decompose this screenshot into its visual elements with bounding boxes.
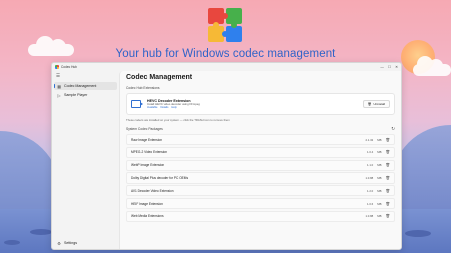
codec-row: Web Media Extensions 1.0.88 MB 🗑 <box>126 210 395 222</box>
app-window: Codec Hub — ☐ ✕ ☰ ▦ Codec Management ▷ S… <box>51 62 402 250</box>
app-icon <box>55 65 59 69</box>
codec-size: MB <box>377 163 382 168</box>
sidebar-item-settings[interactable]: ⚙ Settings <box>54 239 77 247</box>
minimize-button[interactable]: — <box>380 65 384 69</box>
codec-size: MB <box>377 214 382 219</box>
codec-name: MPEG-2 Video Extension <box>131 150 168 155</box>
codec-size: MB <box>377 150 382 155</box>
trash-icon[interactable]: 🗑 <box>385 176 390 180</box>
codec-version: 1.1.0 <box>367 163 374 168</box>
uninstall-button[interactable]: 🗑 Uninstall <box>362 100 390 108</box>
grid-icon: ▦ <box>57 84 61 89</box>
sidebar-item-codec-management[interactable]: ▦ Codec Management <box>54 82 117 90</box>
sidebar: ☰ ▦ Codec Management ▷ Sample Player ⚙ S… <box>52 71 119 249</box>
play-icon: ▷ <box>57 93 61 98</box>
page-title: Codec Management <box>126 74 193 81</box>
hamburger-menu-icon[interactable]: ☰ <box>56 73 119 81</box>
refresh-icon[interactable]: ↻ <box>391 126 395 132</box>
gear-icon: ⚙ <box>57 241 61 246</box>
main-content: Codec Management Codec Hub Extensions HE… <box>119 71 401 249</box>
codec-size: MB <box>377 175 382 180</box>
trash-icon[interactable]: 🗑 <box>385 150 390 154</box>
settings-label: Settings <box>64 241 77 245</box>
codec-row: AV1 Decoder Video Extension 1.2.0 MB 🗑 <box>126 185 395 197</box>
codec-row: Raw Image Extension 2.1.32 MB 🗑 <box>126 134 395 146</box>
cloud-decoration <box>413 56 451 76</box>
trash-icon[interactable]: 🗑 <box>385 138 390 142</box>
codec-version: 2.1.32 <box>365 137 374 142</box>
codec-version: 1.0.88 <box>365 175 374 180</box>
video-camera-icon <box>131 100 143 108</box>
extension-link[interactable]: Available <box>147 106 157 109</box>
codec-name: Raw Image Extension <box>131 137 163 142</box>
system-section-label: System Codec Packages <box>126 127 163 131</box>
trash-icon[interactable]: 🗑 <box>385 202 390 206</box>
rock-decoration <box>405 230 431 237</box>
maximize-button[interactable]: ☐ <box>388 65 391 69</box>
info-note: These codecs are installed on your syste… <box>126 118 230 122</box>
trash-icon[interactable]: 🗑 <box>385 189 390 193</box>
trash-icon[interactable]: 🗑 <box>385 163 390 167</box>
codec-version: 1.0.88 <box>365 214 374 219</box>
close-button[interactable]: ✕ <box>395 65 398 69</box>
trash-icon[interactable]: 🗑 <box>385 214 390 218</box>
codec-name: AV1 Decoder Video Extension <box>131 188 174 193</box>
codec-list: Raw Image Extension 2.1.32 MB 🗑 MPEG-2 Vid… <box>126 134 395 222</box>
codec-row: HEIF Image Extension 1.0.6 MB 🗑 <box>126 197 395 210</box>
codec-name: Dolby Digital Plus decoder for PC OEMs <box>131 175 189 180</box>
codec-row: WebP Image Extension 1.1.0 MB 🗑 <box>126 159 395 171</box>
codec-version: 1.0.6 <box>367 201 374 206</box>
extension-card: HEVC Decoder Extension Install HEVC vide… <box>126 93 395 115</box>
extension-link[interactable]: Help <box>171 106 176 109</box>
title-bar: Codec Hub — ☐ ✕ <box>52 63 401 71</box>
sidebar-item-label: Sample Player <box>64 93 88 97</box>
sidebar-item-sample-player[interactable]: ▷ Sample Player <box>54 91 117 99</box>
codec-size: MB <box>377 137 382 142</box>
codec-size: MB <box>377 201 382 206</box>
codec-name: HEIF Image Extension <box>131 201 163 206</box>
extension-link[interactable]: Details <box>160 106 168 109</box>
codec-name: Web Media Extensions <box>131 214 164 219</box>
uninstall-label: Uninstall <box>373 102 385 106</box>
codec-row: Dolby Digital Plus decoder for PC OEMs 1… <box>126 172 395 184</box>
codec-version: 1.0.4 <box>367 150 374 155</box>
trash-icon: 🗑 <box>367 102 372 106</box>
codec-size: MB <box>377 188 382 193</box>
puzzle-logo-icon <box>208 8 242 42</box>
codec-version: 1.2.0 <box>367 188 374 193</box>
sidebar-item-label: Codec Management <box>64 84 97 88</box>
installed-section-label: Codec Hub Extensions <box>126 86 160 90</box>
codec-name: WebP Image Extension <box>131 163 165 168</box>
rock-decoration <box>30 229 52 235</box>
rock-decoration <box>4 240 20 245</box>
codec-row: MPEG-2 Video Extension 1.0.4 MB 🗑 <box>126 146 395 158</box>
hero-title: Your hub for Windows codec management <box>115 48 336 60</box>
app-name: Codec Hub <box>61 65 77 69</box>
